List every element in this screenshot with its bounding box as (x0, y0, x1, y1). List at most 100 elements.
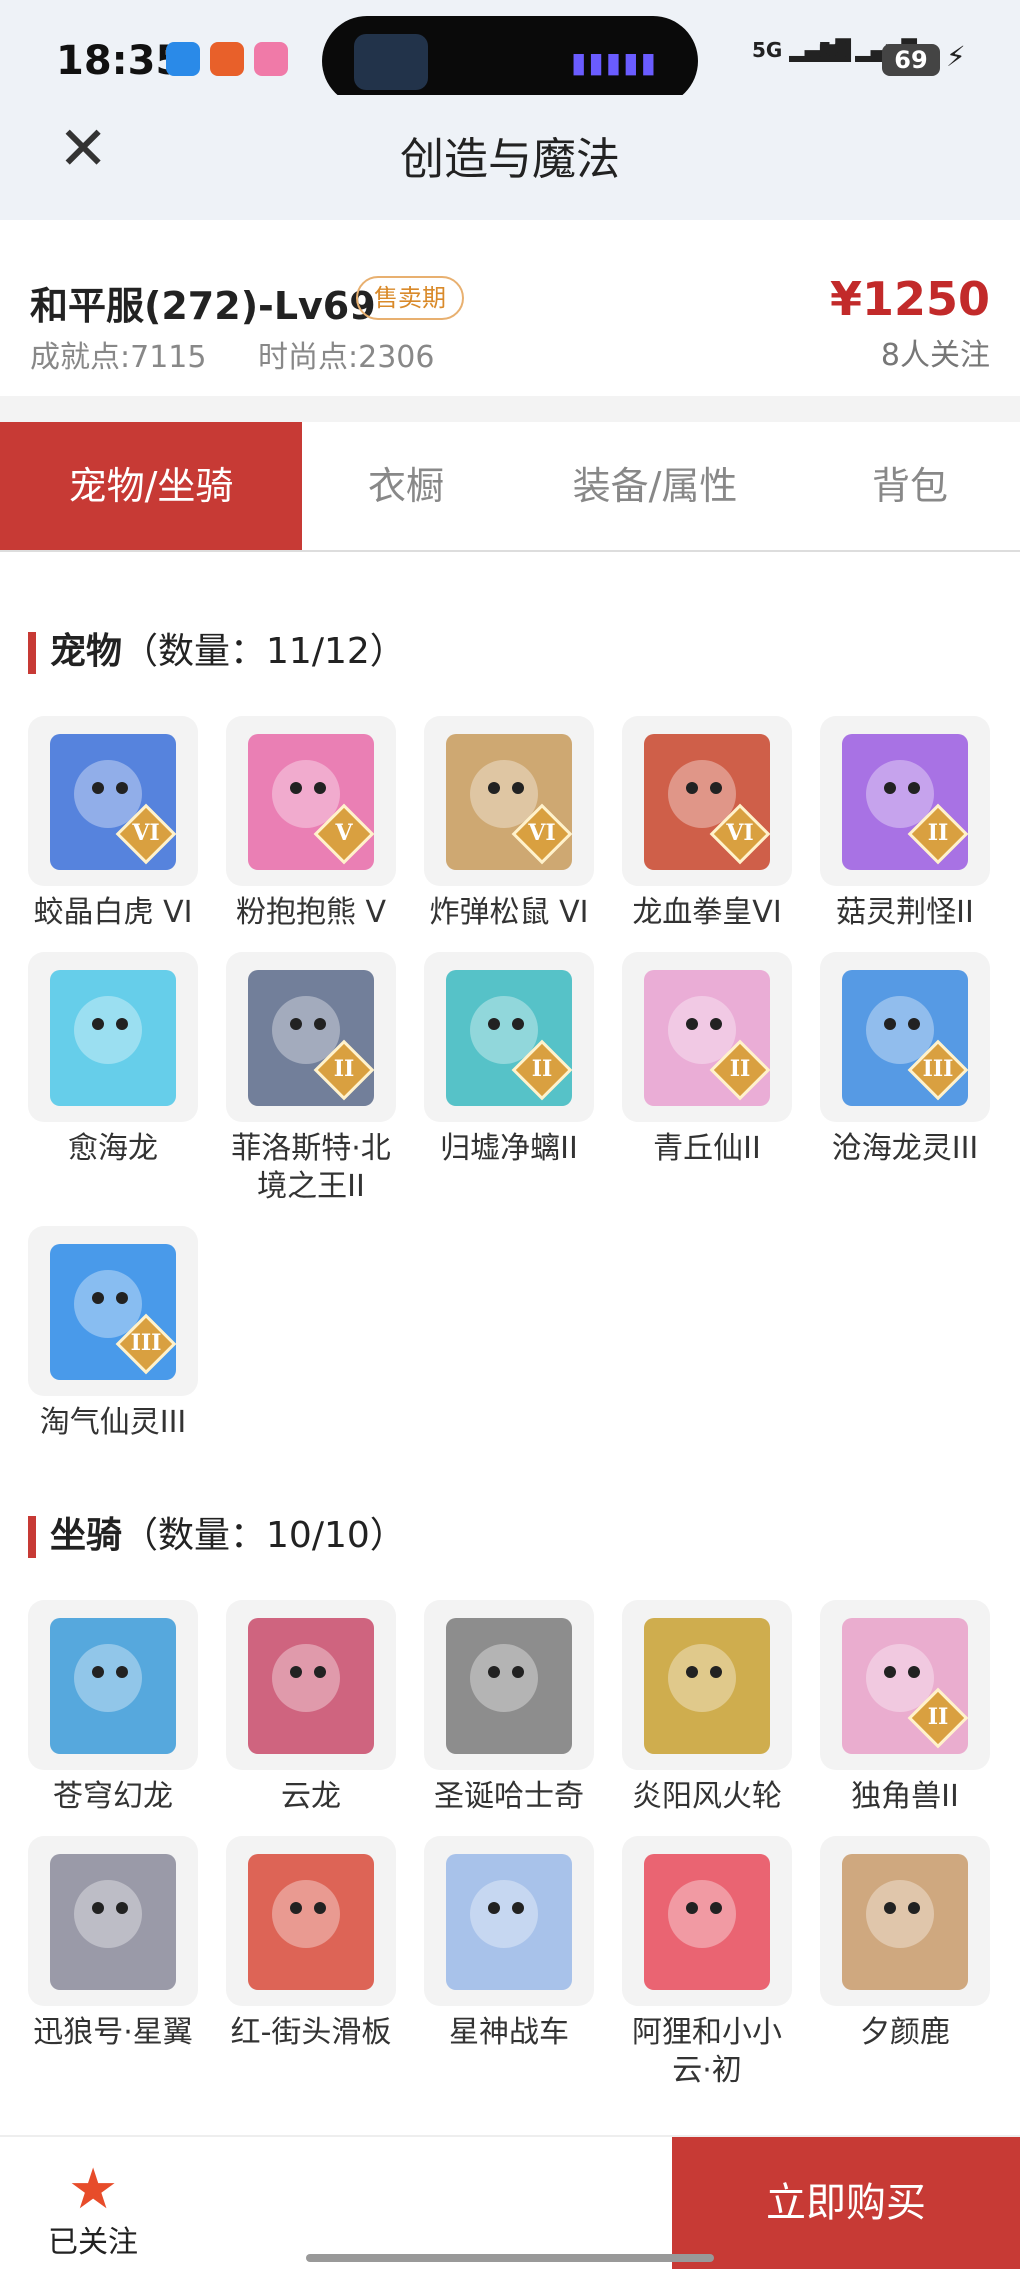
mount-item[interactable]: 圣诞哈士奇 (424, 1600, 594, 1816)
mount-thumbnail[interactable] (226, 1836, 396, 2006)
status-time: 18:35 (56, 38, 184, 84)
star-icon[interactable]: ★ (68, 2157, 118, 2222)
price: ¥1250 (829, 272, 990, 326)
pet-name: 菇灵荆怪II (836, 895, 974, 930)
app-notification-icon (254, 42, 288, 76)
pet-item[interactable]: VI 龙血拳皇VI (622, 716, 792, 932)
pet-thumbnail[interactable] (28, 952, 198, 1122)
mount-name: 阿狸和小小云·初 (632, 2015, 782, 2088)
pet-thumbnail[interactable]: VI (424, 716, 594, 886)
pet-item[interactable]: 愈海龙 (28, 952, 198, 1206)
mount-item[interactable]: 炎阳风火轮 (622, 1600, 792, 1816)
rank-badge: VI (528, 820, 556, 846)
mount-thumbnail[interactable] (622, 1836, 792, 2006)
audio-wave-icon: ▮▮▮▮▮ (570, 46, 658, 79)
pet-name: 青丘仙II (653, 1131, 761, 1166)
charging-icon: ⚡ (946, 40, 966, 73)
pet-thumbnail[interactable]: II (622, 952, 792, 1122)
mount-name: 夕颜鹿 (860, 2015, 950, 2050)
mount-name: 迅狼号·星翼 (33, 2015, 193, 2050)
mount-item[interactable]: 迅狼号·星翼 (28, 1836, 198, 2090)
status-badge: 售卖期 (356, 276, 464, 320)
mount-item[interactable]: 红-街头滑板 (226, 1836, 396, 2090)
pet-name: 蛟晶白虎 VI (33, 895, 193, 930)
mount-item[interactable]: 苍穹幻龙 (28, 1600, 198, 1816)
rank-badge: III (922, 1056, 954, 1082)
mount-item[interactable]: II 独角兽II (820, 1600, 990, 1816)
mount-thumbnail[interactable] (622, 1600, 792, 1770)
mount-item[interactable]: 夕颜鹿 (820, 1836, 990, 2090)
mount-thumbnail[interactable] (28, 1836, 198, 2006)
page-title: 创造与魔法 (400, 134, 620, 185)
pet-item[interactable]: III 沧海龙灵III (820, 952, 990, 1206)
divider (0, 396, 1020, 422)
mount-thumbnail[interactable] (28, 1600, 198, 1770)
follow-button-label[interactable]: 已关注 (48, 2217, 138, 2261)
rank-badge: II (333, 1056, 355, 1082)
rank-badge: III (130, 1330, 162, 1356)
pet-item[interactable]: II 菲洛斯特·北境之王II (226, 952, 396, 1206)
pet-thumbnail[interactable]: II (820, 716, 990, 886)
battery-icon: 69 (882, 44, 940, 76)
notification-icons (166, 42, 288, 76)
pet-thumbnail[interactable]: V (226, 716, 396, 886)
fashion-points: 时尚点:2306 (258, 340, 435, 375)
pet-name: 淘气仙灵III (39, 1405, 187, 1440)
achievement-points: 成就点:7115 (30, 340, 207, 375)
pet-thumbnail[interactable]: VI (28, 716, 198, 886)
buy-now-button[interactable]: 立即购买 (672, 2137, 1020, 2269)
mount-thumbnail[interactable] (424, 1836, 594, 2006)
pet-name: 菲洛斯特·北境之王II (231, 1131, 391, 1204)
pet-thumbnail[interactable]: II (424, 952, 594, 1122)
rank-badge: II (729, 1056, 751, 1082)
mounts-grid: 苍穹幻龙 云龙 圣诞哈士奇 炎阳风火轮 II 独角兽II 迅狼号·星翼 红-街头滑板 星神战车 阿… (28, 1600, 990, 2090)
rank-badge: VI (132, 820, 160, 846)
bottom-action-bar: ★ 已关注 立即购买 (0, 2135, 1020, 2269)
mount-item[interactable]: 星神战车 (424, 1836, 594, 2090)
follower-count: 8人关注 (880, 338, 990, 373)
rank-badge: II (531, 1056, 553, 1082)
pet-item[interactable]: II 归墟净螭II (424, 952, 594, 1206)
tab-bag[interactable]: 背包 (800, 422, 1020, 550)
pet-name: 沧海龙灵III (831, 1131, 979, 1166)
section-marker (28, 1516, 36, 1558)
tab-equipment[interactable]: 装备/属性 (510, 422, 800, 550)
mount-thumbnail[interactable] (226, 1600, 396, 1770)
tab-wardrobe[interactable]: 衣橱 (302, 422, 510, 550)
pet-item[interactable]: III 淘气仙灵III (28, 1226, 198, 1442)
pet-thumbnail[interactable]: III (28, 1226, 198, 1396)
mount-name: 圣诞哈士奇 (434, 1779, 584, 1814)
rank-badge: II (927, 1704, 949, 1730)
title-bar: ✕ 创造与魔法 (0, 95, 1020, 220)
rank-badge: II (927, 820, 949, 846)
pets-section-title: 宠物（数量：11/12） (28, 622, 406, 674)
mount-thumbnail[interactable]: II (820, 1600, 990, 1770)
pet-item[interactable]: VI 蛟晶白虎 VI (28, 716, 198, 932)
pet-item[interactable]: II 菇灵荆怪II (820, 716, 990, 932)
section-marker (28, 632, 36, 674)
listing-name: 和平服(272)-Lv69 (30, 284, 376, 328)
pet-item[interactable]: V 粉抱抱熊 V (226, 716, 396, 932)
rank-badge: VI (726, 820, 754, 846)
mount-item[interactable]: 云龙 (226, 1600, 396, 1816)
pet-item[interactable]: VI 炸弹松鼠 VI (424, 716, 594, 932)
mount-item[interactable]: 阿狸和小小云·初 (622, 1836, 792, 2090)
dynamic-island: ▮▮▮▮▮ (322, 16, 698, 106)
mount-name: 星神战车 (449, 2015, 569, 2050)
mounts-section-title: 坐骑（数量：10/10） (28, 1506, 406, 1558)
pet-thumbnail[interactable]: VI (622, 716, 792, 886)
pet-thumbnail[interactable]: II (226, 952, 396, 1122)
now-playing-artwork-icon (354, 34, 428, 90)
rank-badge: V (335, 820, 353, 846)
mount-thumbnail[interactable] (820, 1836, 990, 2006)
mount-name: 红-街头滑板 (230, 2015, 392, 2050)
mount-name: 云龙 (281, 1779, 341, 1814)
pets-grid: VI 蛟晶白虎 VI V 粉抱抱熊 V VI 炸弹松鼠 VI VI 龙血拳皇VI II 菇灵荆怪I… (28, 716, 990, 1442)
pet-name: 归墟净螭II (440, 1131, 578, 1166)
pet-thumbnail[interactable]: III (820, 952, 990, 1122)
tab-pets-mounts[interactable]: 宠物/坐骑 (0, 422, 302, 550)
home-indicator (306, 2254, 714, 2262)
mount-name: 苍穹幻龙 (53, 1779, 173, 1814)
pet-item[interactable]: II 青丘仙II (622, 952, 792, 1206)
mount-thumbnail[interactable] (424, 1600, 594, 1770)
